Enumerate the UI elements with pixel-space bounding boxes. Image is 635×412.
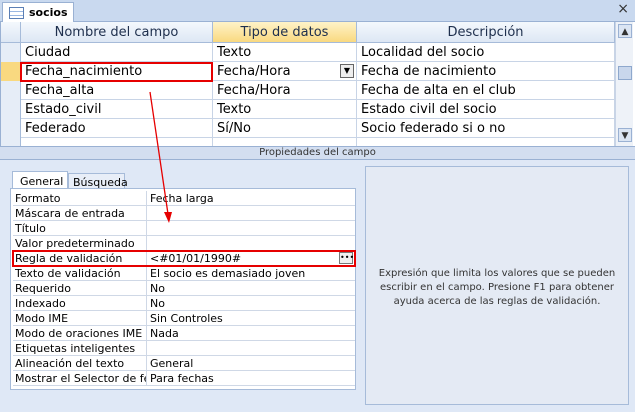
description-cell[interactable]	[357, 138, 615, 146]
field-name-cell[interactable]	[21, 138, 213, 146]
property-value[interactable]	[147, 341, 355, 356]
property-row[interactable]: Modo IME Sin Controles	[13, 311, 355, 326]
property-label: Mostrar el Selector de fecha	[13, 371, 147, 386]
description-cell[interactable]: Estado civil del socio	[357, 100, 615, 119]
property-value[interactable]	[147, 236, 355, 251]
property-value[interactable]	[147, 206, 355, 221]
document-tab-socios[interactable]: socios	[2, 2, 74, 22]
data-type-cell[interactable]: Texto	[213, 43, 357, 62]
document-tab-bar: socios ×	[0, 0, 635, 22]
data-type-cell[interactable]	[213, 138, 357, 146]
field-name-cell[interactable]: Federado	[21, 119, 213, 138]
data-type-dropdown[interactable]: Fecha/Hora ▼	[213, 62, 357, 81]
property-value[interactable]: No	[147, 281, 355, 296]
field-name-cell[interactable]: Fecha_nacimiento	[21, 62, 213, 81]
property-row[interactable]: Indexado No	[13, 296, 355, 311]
field-name-cell[interactable]: Estado_civil	[21, 100, 213, 119]
property-row[interactable]: Título	[13, 221, 355, 236]
property-row-validation-rule[interactable]: Regla de validación <#01/01/1990# •••	[13, 251, 355, 266]
expression-builder-button[interactable]: •••	[339, 252, 354, 264]
property-row[interactable]: Modo de oraciones IME Nada	[13, 326, 355, 341]
table-row[interactable]: Federado Sí/No Socio federado si o no	[1, 119, 615, 138]
table-row-selected[interactable]: Fecha_nacimiento Fecha/Hora ▼ Fecha de n…	[1, 62, 615, 81]
scroll-up-icon[interactable]: ▲	[618, 24, 632, 38]
table-icon	[9, 7, 24, 19]
property-row[interactable]: Formato Fecha larga	[13, 191, 355, 206]
property-label: Máscara de entrada	[13, 206, 147, 221]
table-row[interactable]	[1, 138, 615, 146]
table-row[interactable]: Fecha_alta Fecha/Hora Fecha de alta en e…	[1, 81, 615, 100]
row-selector[interactable]	[1, 43, 21, 62]
table-row[interactable]: Estado_civil Texto Estado civil del soci…	[1, 100, 615, 119]
property-row[interactable]: Mostrar el Selector de fechaPara fechas	[13, 371, 355, 386]
data-type-value: Fecha/Hora	[217, 64, 291, 79]
property-label: Valor predeterminado	[13, 236, 147, 251]
property-label: Alineación del texto	[13, 356, 147, 371]
properties-table: Formato Fecha larga Máscara de entrada Tí…	[10, 188, 356, 390]
property-label: Regla de validación	[13, 251, 147, 266]
property-label: Requerido	[13, 281, 147, 296]
close-icon[interactable]: ×	[617, 1, 629, 17]
property-label: Indexado	[13, 296, 147, 311]
scroll-down-icon[interactable]: ▼	[618, 128, 632, 142]
property-label: Texto de validación	[13, 266, 147, 281]
property-value[interactable]: No	[147, 296, 355, 311]
property-row[interactable]: Alineación del texto General	[13, 356, 355, 371]
property-label: Formato	[13, 191, 147, 206]
row-selector[interactable]	[1, 62, 21, 81]
description-cell[interactable]: Socio federado si o no	[357, 119, 615, 138]
field-properties-bar: Propiedades del campo	[0, 146, 635, 160]
property-row[interactable]: Valor predeterminado	[13, 236, 355, 251]
property-row[interactable]: Texto de validación El socio es demasiado…	[13, 266, 355, 281]
property-row[interactable]: Requerido No	[13, 281, 355, 296]
row-selector[interactable]	[1, 138, 21, 146]
property-label: Título	[13, 221, 147, 236]
property-value[interactable]: Nada	[147, 326, 355, 341]
property-value[interactable]	[147, 221, 355, 236]
property-help-text: Expresión que limita los valores que se …	[365, 166, 629, 405]
data-type-cell[interactable]: Sí/No	[213, 119, 357, 138]
scroll-thumb[interactable]	[618, 66, 632, 80]
vertical-scrollbar[interactable]: ▲ ▼	[615, 22, 633, 146]
column-header-description[interactable]: Descripción	[357, 22, 615, 43]
field-properties-panel: General Búsqueda Formato Fecha larga Másc…	[0, 160, 635, 412]
column-header-field-name[interactable]: Nombre del campo	[21, 22, 213, 43]
validation-rule-value: <#01/01/1990#	[150, 252, 242, 265]
dropdown-arrow-icon[interactable]: ▼	[340, 64, 354, 78]
description-cell[interactable]: Localidad del socio	[357, 43, 615, 62]
validation-rule-input[interactable]: <#01/01/1990# •••	[147, 251, 355, 266]
property-label: Modo de oraciones IME	[13, 326, 147, 341]
field-name-cell[interactable]: Fecha_alta	[21, 81, 213, 100]
property-value[interactable]: El socio es demasiado joven	[147, 266, 355, 281]
property-value[interactable]: General	[147, 356, 355, 371]
property-value[interactable]: Fecha larga	[147, 191, 355, 206]
row-selector[interactable]	[1, 119, 21, 138]
row-selector[interactable]	[1, 81, 21, 100]
property-value[interactable]: Para fechas	[147, 371, 355, 386]
row-selector-header	[1, 22, 21, 43]
description-cell[interactable]: Fecha de nacimiento	[357, 62, 615, 81]
row-selector[interactable]	[1, 100, 21, 119]
description-cell[interactable]: Fecha de alta en el club	[357, 81, 615, 100]
property-value[interactable]: Sin Controles	[147, 311, 355, 326]
data-type-cell[interactable]: Fecha/Hora	[213, 81, 357, 100]
property-label: Modo IME	[13, 311, 147, 326]
property-label: Etiquetas inteligentes	[13, 341, 147, 356]
document-tab-label: socios	[29, 6, 68, 19]
field-name-cell[interactable]: Ciudad	[21, 43, 213, 62]
property-row[interactable]: Etiquetas inteligentes	[13, 341, 355, 356]
table-row[interactable]: Ciudad Texto Localidad del socio	[1, 43, 615, 62]
data-type-cell[interactable]: Texto	[213, 100, 357, 119]
field-design-grid: Nombre del campo Tipo de datos Descripci…	[0, 22, 635, 146]
column-header-data-type[interactable]: Tipo de datos	[213, 22, 357, 43]
property-row[interactable]: Máscara de entrada	[13, 206, 355, 221]
